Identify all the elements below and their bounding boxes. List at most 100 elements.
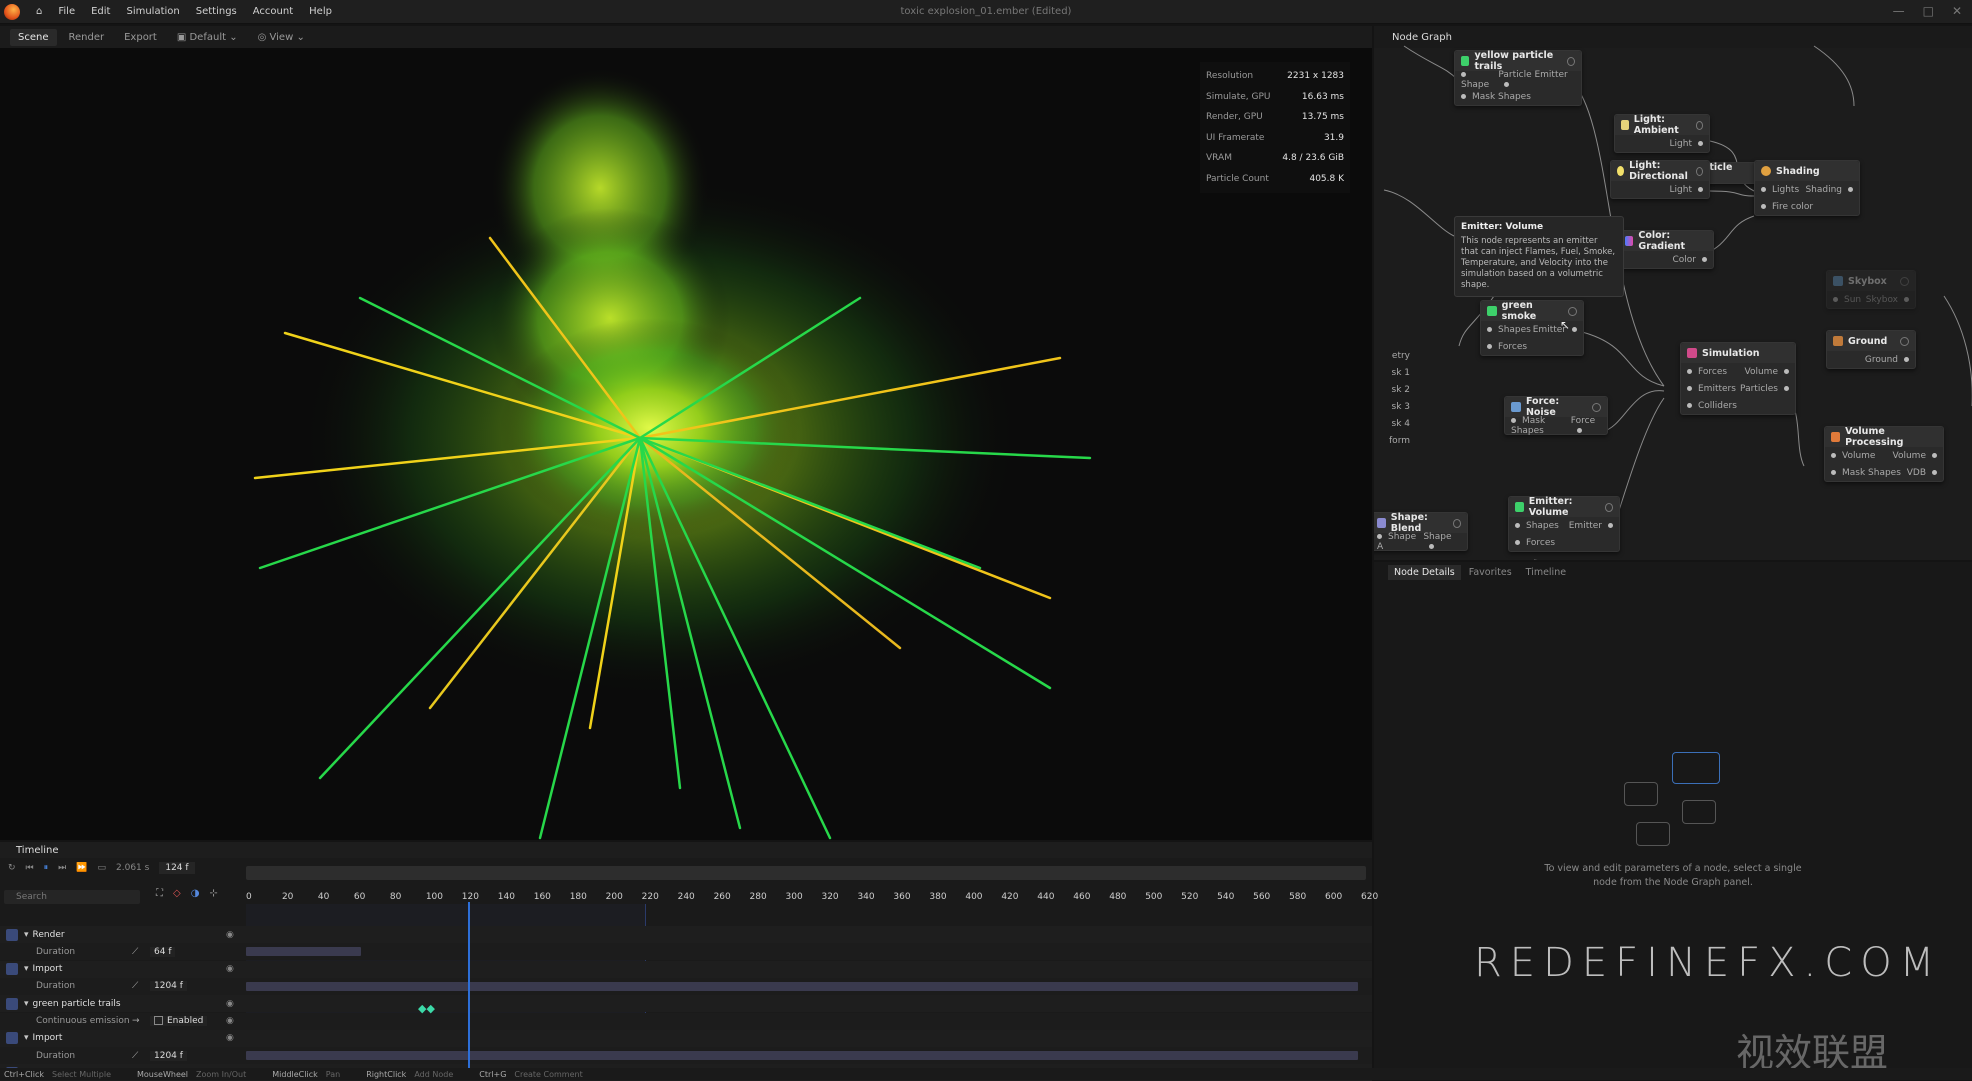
close-icon[interactable]: ✕ bbox=[1952, 4, 1962, 18]
output-port[interactable] bbox=[1429, 543, 1435, 549]
timeline-search-input[interactable]: Search bbox=[4, 890, 140, 904]
track-group-row[interactable]: ▾ Render ◉ bbox=[0, 926, 1372, 943]
power-icon[interactable] bbox=[1604, 502, 1613, 512]
param-value[interactable]: Enabled bbox=[167, 1016, 203, 1026]
input-port[interactable] bbox=[1377, 533, 1382, 539]
input-port[interactable] bbox=[1761, 186, 1766, 192]
output-port[interactable] bbox=[1698, 140, 1703, 146]
input-port[interactable] bbox=[1761, 203, 1766, 209]
param-value-field[interactable]: 1204 f bbox=[150, 1050, 187, 1061]
node-light-directional[interactable]: Light: Directional Light bbox=[1610, 160, 1710, 199]
node-shape-blend[interactable]: Shape: Blend Shape A Shape bbox=[1374, 512, 1468, 552]
track-param-row[interactable]: Duration ⟋ 1204 f bbox=[0, 1047, 1372, 1065]
curve-icon[interactable]: ⟋ bbox=[132, 981, 138, 991]
input-port[interactable] bbox=[1687, 402, 1692, 408]
track-duration-bar[interactable] bbox=[246, 1051, 1358, 1061]
param-value-field[interactable]: 1204 f bbox=[150, 981, 187, 992]
param-value[interactable]: 1204 f bbox=[154, 1051, 183, 1061]
param-value[interactable]: 64 f bbox=[154, 947, 171, 957]
track-duration-bar[interactable] bbox=[246, 947, 361, 957]
checkbox[interactable] bbox=[154, 1016, 163, 1025]
input-port[interactable] bbox=[1833, 296, 1838, 302]
output-port[interactable] bbox=[1904, 296, 1909, 302]
menu-file[interactable]: File bbox=[50, 6, 83, 17]
minimize-icon[interactable]: — bbox=[1893, 4, 1905, 18]
skip-end-icon[interactable]: ⏩ bbox=[76, 863, 87, 873]
snap-icon[interactable]: ⊹ bbox=[209, 888, 217, 899]
param-value[interactable]: 1204 f bbox=[154, 981, 183, 991]
output-port[interactable] bbox=[1848, 186, 1853, 192]
output-port[interactable] bbox=[1698, 186, 1703, 192]
visibility-eye-icon[interactable]: ◉ bbox=[226, 1033, 234, 1043]
view-dropdown[interactable]: ◎ View ⌄ bbox=[250, 29, 313, 46]
pause-icon[interactable]: ⏸ bbox=[44, 863, 49, 873]
curve-icon[interactable]: ⟋ bbox=[132, 947, 138, 957]
input-port[interactable] bbox=[1511, 417, 1516, 423]
track-group-row[interactable]: ▾ Import ◉ bbox=[0, 960, 1372, 978]
input-port[interactable] bbox=[1461, 71, 1466, 77]
menu-edit[interactable]: Edit bbox=[83, 6, 118, 17]
playback-mode-icon[interactable]: ▭ bbox=[98, 863, 107, 873]
input-port[interactable] bbox=[1831, 469, 1836, 475]
track-group-row[interactable]: ▾ Import ◉ bbox=[0, 1029, 1372, 1047]
power-icon[interactable] bbox=[1592, 402, 1601, 412]
input-port[interactable] bbox=[1515, 539, 1520, 545]
frame-field[interactable]: 124 f bbox=[159, 862, 195, 874]
input-port[interactable] bbox=[1487, 326, 1492, 332]
output-port[interactable] bbox=[1576, 427, 1582, 433]
output-port[interactable] bbox=[1608, 522, 1613, 528]
node-light-ambient[interactable]: Light: Ambient Light bbox=[1614, 114, 1710, 153]
viewport[interactable]: Resolution 2231 x 1283 Simulate, GPU 16.63… bbox=[0, 48, 1372, 840]
visibility-eye-icon[interactable]: ◉ bbox=[226, 930, 234, 940]
node-shading[interactable]: Shading Lights Shading Fire color bbox=[1754, 160, 1860, 216]
keyframe-icon[interactable]: ◇ bbox=[173, 888, 181, 899]
input-port[interactable] bbox=[1687, 368, 1692, 374]
node-volume-processing[interactable]: Volume Processing Volume Volume Mask Shap… bbox=[1824, 426, 1944, 482]
power-icon[interactable] bbox=[1452, 518, 1462, 528]
expand-chevron-icon[interactable]: ▾ bbox=[24, 999, 29, 1009]
output-port[interactable] bbox=[1702, 256, 1707, 262]
timeline-scrubber[interactable] bbox=[246, 866, 1366, 880]
output-port[interactable] bbox=[1932, 452, 1937, 458]
track-param-row[interactable]: Duration ⟋ 64 f bbox=[0, 943, 1372, 961]
input-port[interactable] bbox=[1515, 522, 1520, 528]
tab-favorites[interactable]: Favorites bbox=[1463, 565, 1518, 580]
loop-icon[interactable]: ↻ bbox=[8, 863, 16, 873]
arrow-icon[interactable]: → bbox=[132, 1016, 140, 1026]
expand-chevron-icon[interactable]: ▾ bbox=[24, 1033, 29, 1043]
output-port[interactable] bbox=[1904, 356, 1909, 362]
menu-settings[interactable]: Settings bbox=[188, 6, 245, 17]
track-duration-bar[interactable] bbox=[246, 981, 1358, 991]
tab-render[interactable]: Render bbox=[61, 29, 113, 46]
menu-help[interactable]: Help bbox=[301, 6, 340, 17]
node-skybox[interactable]: Skybox Sun Skybox bbox=[1826, 270, 1916, 309]
node-ground[interactable]: Ground Ground bbox=[1826, 330, 1916, 369]
menu-account[interactable]: Account bbox=[245, 6, 301, 17]
track-group-row[interactable]: ▾ green particle trails ◉ bbox=[0, 995, 1372, 1013]
input-port[interactable] bbox=[1687, 385, 1692, 391]
filter-icon[interactable]: ⛶ bbox=[156, 888, 163, 899]
home-icon[interactable]: ⌂ bbox=[28, 6, 50, 17]
node-graph-panel[interactable]: Node Graph yellow particle trails Shape P… bbox=[1374, 26, 1972, 560]
node-color-gradient[interactable]: Color: Gradient Color bbox=[1618, 230, 1714, 269]
node-simulation[interactable]: Simulation Forces Volume Emitters Particle… bbox=[1680, 342, 1796, 415]
keyframe-marker-icon[interactable]: ◆◆ bbox=[418, 1002, 435, 1015]
step-forward-icon[interactable]: ⏭ bbox=[58, 863, 66, 873]
param-value-field[interactable]: 64 f bbox=[150, 946, 176, 957]
track-param-row[interactable]: Continuous emission → Enabled ◉ bbox=[0, 1012, 1372, 1030]
param-value-field[interactable]: Enabled bbox=[150, 1016, 208, 1026]
output-port[interactable] bbox=[1784, 368, 1789, 374]
input-port[interactable] bbox=[1487, 343, 1492, 349]
power-icon[interactable] bbox=[1695, 120, 1703, 130]
output-port[interactable] bbox=[1932, 469, 1937, 475]
node-emitter-volume[interactable]: Emitter: Volume Shapes Emitter Forces bbox=[1508, 496, 1620, 552]
curve-icon[interactable]: ◑ bbox=[191, 888, 200, 899]
power-icon[interactable] bbox=[1567, 56, 1576, 66]
visibility-eye-icon[interactable]: ◉ bbox=[226, 1016, 234, 1026]
power-icon[interactable] bbox=[1568, 306, 1577, 316]
input-port[interactable] bbox=[1831, 452, 1836, 458]
tab-export[interactable]: Export bbox=[116, 29, 165, 46]
curve-icon[interactable]: ⟋ bbox=[132, 1051, 138, 1061]
maximize-icon[interactable]: □ bbox=[1923, 4, 1934, 18]
expand-chevron-icon[interactable]: ▾ bbox=[24, 964, 29, 974]
